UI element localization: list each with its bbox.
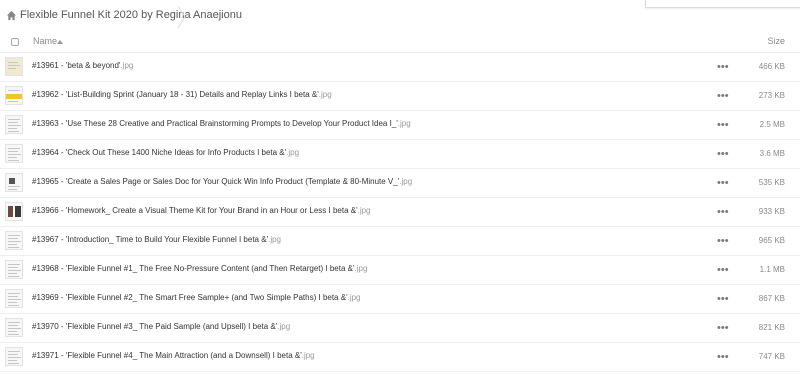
- file-name[interactable]: #13969 - 'Flexible Funnel #2_ The Smart …: [32, 293, 361, 302]
- more-actions-icon[interactable]: •••: [717, 294, 729, 305]
- home-icon: [6, 10, 17, 20]
- file-name[interactable]: #13964 - 'Check Out These 1400 Niche Ide…: [32, 148, 299, 157]
- file-thumbnail: [5, 173, 23, 192]
- file-thumbnail: [5, 260, 23, 279]
- file-name[interactable]: #13968 - 'Flexible Funnel #1_ The Free N…: [32, 264, 367, 273]
- breadcrumb-separator-icon: [177, 6, 186, 28]
- sort-ascending-icon[interactable]: [57, 40, 63, 44]
- file-extension: .jpg: [347, 293, 361, 302]
- file-row[interactable]: #13968 - 'Flexible Funnel #1_ The Free N…: [0, 256, 800, 285]
- file-size: 821 KB: [758, 323, 785, 332]
- file-thumbnail: [5, 57, 23, 76]
- file-size: 965 KB: [758, 236, 785, 245]
- file-row[interactable]: #13964 - 'Check Out These 1400 Niche Ide…: [0, 140, 800, 169]
- file-thumbnail: [5, 144, 23, 163]
- file-row[interactable]: #13963 - 'Use These 28 Creative and Prac…: [0, 111, 800, 140]
- file-size: 933 KB: [758, 207, 785, 216]
- file-extension: .jpg: [268, 235, 281, 244]
- file-name[interactable]: #13970 - 'Flexible Funnel #3_ The Paid S…: [32, 322, 290, 331]
- file-row[interactable]: #13961 - 'beta & beyond'.jpg ••• 466 KB: [0, 53, 800, 82]
- file-size: 466 KB: [758, 62, 785, 71]
- file-size: 1.1 MB: [759, 265, 785, 274]
- column-header-size[interactable]: Size: [767, 36, 785, 46]
- file-name[interactable]: #13965 - 'Create a Sales Page or Sales D…: [32, 177, 412, 186]
- file-size: 3.6 MB: [759, 149, 785, 158]
- file-extension: .jpg: [318, 90, 332, 99]
- file-extension: .jpg: [286, 148, 300, 157]
- list-header: Name Size: [0, 31, 800, 53]
- more-actions-icon[interactable]: •••: [717, 352, 729, 363]
- file-extension: .jpg: [357, 206, 371, 215]
- file-name[interactable]: #13966 - 'Homework_ Create a Visual Them…: [32, 206, 371, 215]
- file-extension: .jpg: [301, 351, 315, 360]
- file-extension: .jpg: [399, 177, 413, 186]
- file-row[interactable]: #13967 - 'Introduction_ Time to Build Yo…: [0, 227, 800, 256]
- file-row[interactable]: #13970 - 'Flexible Funnel #3_ The Paid S…: [0, 314, 800, 343]
- select-all-checkbox[interactable]: [11, 38, 19, 46]
- file-name[interactable]: #13971 - 'Flexible Funnel #4_ The Main A…: [32, 351, 315, 360]
- topright-panel: [645, 0, 800, 8]
- more-actions-icon[interactable]: •••: [717, 265, 729, 276]
- file-size: 747 KB: [758, 352, 785, 361]
- file-row[interactable]: #13966 - 'Homework_ Create a Visual Them…: [0, 198, 800, 227]
- file-row[interactable]: #13969 - 'Flexible Funnel #2_ The Smart …: [0, 285, 800, 314]
- file-thumbnail: [5, 318, 23, 337]
- more-actions-icon[interactable]: •••: [717, 207, 729, 218]
- file-extension: .jpg: [277, 322, 291, 331]
- file-extension: .jpg: [397, 119, 411, 128]
- more-actions-icon[interactable]: •••: [717, 323, 729, 334]
- file-size: 535 KB: [758, 178, 785, 187]
- file-extension: .jpg: [120, 61, 134, 70]
- file-thumbnail: [5, 347, 23, 366]
- file-name[interactable]: #13963 - 'Use These 28 Creative and Prac…: [32, 119, 411, 128]
- file-size: 273 KB: [758, 91, 785, 100]
- more-actions-icon[interactable]: •••: [717, 236, 729, 247]
- more-actions-icon[interactable]: •••: [717, 120, 729, 131]
- file-thumbnail: [5, 115, 23, 134]
- file-row[interactable]: #13971 - 'Flexible Funnel #4_ The Main A…: [0, 343, 800, 372]
- breadcrumb[interactable]: Flexible Funnel Kit 2020 by Regina Anaej…: [6, 7, 242, 23]
- file-thumbnail: [5, 231, 23, 250]
- more-actions-icon[interactable]: •••: [717, 62, 729, 73]
- more-actions-icon[interactable]: •••: [717, 149, 729, 160]
- file-name[interactable]: #13962 - 'List-Building Sprint (January …: [32, 90, 332, 99]
- breadcrumb-title: Flexible Funnel Kit 2020 by Regina Anaej…: [20, 9, 242, 21]
- file-size: 2.5 MB: [759, 120, 785, 129]
- file-row[interactable]: #13965 - 'Create a Sales Page or Sales D…: [0, 169, 800, 198]
- file-thumbnail: [5, 289, 23, 308]
- file-size: 867 KB: [758, 294, 785, 303]
- file-thumbnail: [5, 86, 23, 105]
- more-actions-icon[interactable]: •••: [717, 91, 729, 102]
- breadcrumb-bar: Flexible Funnel Kit 2020 by Regina Anaej…: [0, 0, 800, 31]
- more-actions-icon[interactable]: •••: [717, 178, 729, 189]
- column-header-name[interactable]: Name: [33, 36, 57, 46]
- file-name[interactable]: #13961 - 'beta & beyond'.jpg: [32, 61, 133, 70]
- file-row[interactable]: #13962 - 'List-Building Sprint (January …: [0, 82, 800, 111]
- file-thumbnail: [5, 202, 23, 221]
- file-extension: .jpg: [354, 264, 368, 273]
- file-name[interactable]: #13967 - 'Introduction_ Time to Build Yo…: [32, 235, 281, 244]
